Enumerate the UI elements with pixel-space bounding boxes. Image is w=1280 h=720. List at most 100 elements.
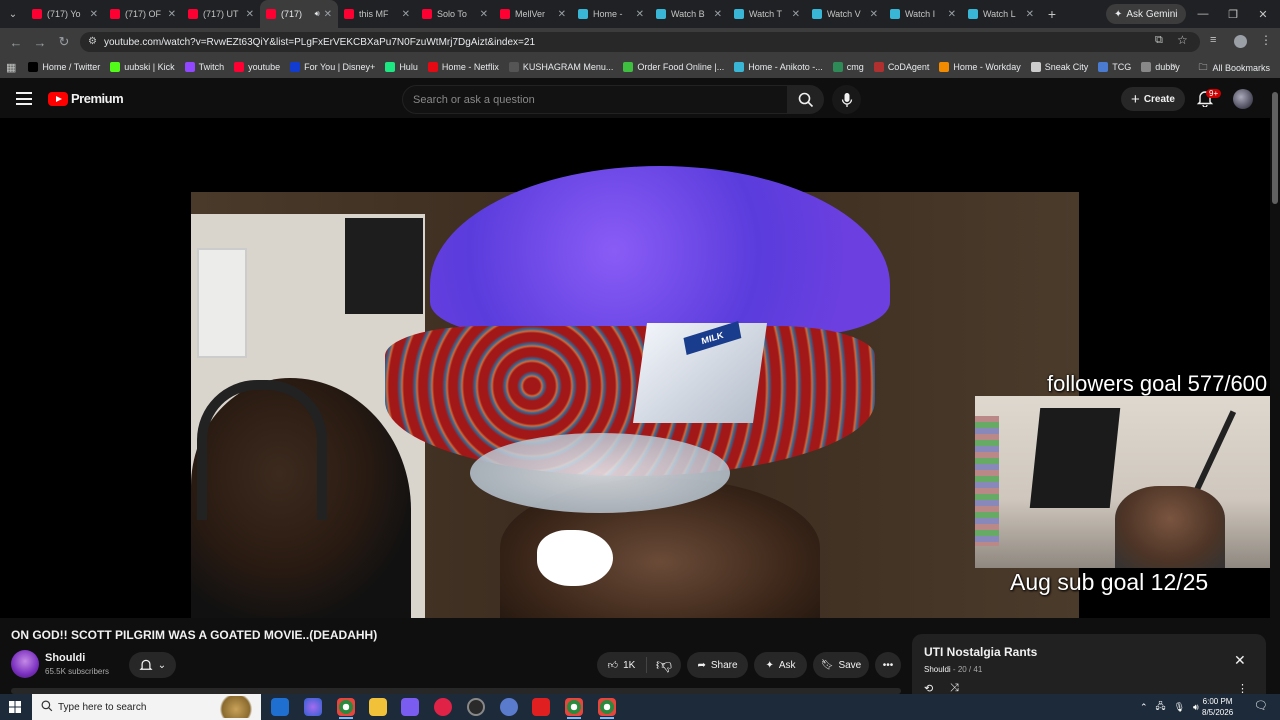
reload-button[interactable]: ↻ xyxy=(52,34,76,50)
playlist-title[interactable]: UTI Nostalgia Rants xyxy=(924,645,1037,659)
browser-tab[interactable]: Watch T ✕ xyxy=(728,0,806,28)
close-tab-icon[interactable]: ✕ xyxy=(324,9,332,20)
taskbar-clock[interactable]: 6:00 PM 8/5/2026 xyxy=(1202,696,1233,718)
browser-tab[interactable]: Watch V ✕ xyxy=(806,0,884,28)
browser-tab[interactable]: this MF ✕ xyxy=(338,0,416,28)
close-tab-icon[interactable]: ✕ xyxy=(246,9,254,20)
close-tab-icon[interactable]: ✕ xyxy=(168,9,176,20)
bookmark-item[interactable]: Hulu xyxy=(385,62,418,72)
copilot-icon[interactable] xyxy=(304,698,322,716)
close-tab-icon[interactable]: ✕ xyxy=(870,9,878,20)
bookmark-item[interactable]: cmg xyxy=(832,62,864,72)
ask-gemini-button[interactable]: ✦ Ask Gemini xyxy=(1106,4,1186,24)
hamburger-menu-icon[interactable] xyxy=(16,92,32,105)
file-explorer-icon[interactable] xyxy=(369,698,387,716)
bookmark-item[interactable]: TCG xyxy=(1098,62,1131,72)
bookmark-item[interactable]: Home - Workday xyxy=(939,62,1021,72)
close-tab-icon[interactable]: ✕ xyxy=(792,9,800,20)
video-player[interactable]: MILK followers goal 577/600 Aug sub goal… xyxy=(0,118,1270,618)
install-app-icon[interactable]: ⧉ xyxy=(1155,34,1163,47)
bookmark-item[interactable]: CoDAgent xyxy=(873,62,929,72)
bookmark-item[interactable]: youtube xyxy=(234,62,280,72)
account-avatar[interactable] xyxy=(1233,89,1253,109)
search-button[interactable] xyxy=(788,85,824,114)
share-button[interactable]: ➦ Share xyxy=(687,652,748,678)
subscribed-notifications-button[interactable]: ⌄ xyxy=(129,652,176,678)
channel-name[interactable]: Shouldi xyxy=(45,652,85,664)
dislike-button[interactable]: 👎︎ xyxy=(647,656,681,675)
site-info-icon[interactable]: ⚙ xyxy=(88,36,97,47)
browser-tab[interactable]: (717) Yo ✕ xyxy=(26,0,104,28)
volume-icon[interactable]: 🔊︎ xyxy=(1193,702,1199,713)
browser-tab[interactable]: Watch L ✕ xyxy=(962,0,1040,28)
close-tab-icon[interactable]: ✕ xyxy=(480,9,488,20)
like-button[interactable]: 👍︎ 1K xyxy=(597,657,647,673)
close-tab-icon[interactable]: ✕ xyxy=(636,9,644,20)
browser-menu-icon[interactable]: ⋮ xyxy=(1260,33,1272,47)
close-window-button[interactable]: ✕ xyxy=(1248,0,1278,28)
close-tab-icon[interactable]: ✕ xyxy=(948,9,956,20)
tab-search-chevron-icon[interactable]: ⌄ xyxy=(0,0,26,28)
browser-tab[interactable]: (717) OF ✕ xyxy=(104,0,182,28)
bookmark-item[interactable]: Home - Anikoto -... xyxy=(734,62,823,72)
close-playlist-icon[interactable]: ✕ xyxy=(1234,652,1246,669)
browser-tab[interactable]: MellVer ✕ xyxy=(494,0,572,28)
notification-center-icon[interactable]: 🗨︎ xyxy=(1254,699,1268,712)
address-bar[interactable]: ⚙ youtube.com/watch?v=RvwEZt63QiY&list=P… xyxy=(80,32,1200,52)
bookmark-item[interactable]: For You | Disney+ xyxy=(290,62,375,72)
bookmark-item[interactable]: Home / Twitter xyxy=(28,62,100,72)
tray-chevron-up-icon[interactable]: ⌃ xyxy=(1140,702,1148,713)
bookmark-item[interactable]: KUSHAGRAM Menu... xyxy=(508,62,613,72)
red-app-icon[interactable] xyxy=(532,698,550,716)
bookmark-star-icon[interactable]: ☆ xyxy=(1177,33,1188,47)
obs-icon[interactable] xyxy=(467,698,485,716)
chrome-icon[interactable] xyxy=(337,698,355,719)
close-tab-icon[interactable]: ✕ xyxy=(558,9,566,20)
browser-tab[interactable]: Solo To ✕ xyxy=(416,0,494,28)
minimize-button[interactable]: — xyxy=(1188,0,1218,28)
tab-audio-icon[interactable]: 🔊︎ xyxy=(315,9,320,19)
browser-tab[interactable]: Watch B ✕ xyxy=(650,0,728,28)
chrome-profile-2-icon[interactable] xyxy=(598,698,616,719)
search-input[interactable]: Search or ask a question xyxy=(402,85,788,114)
reading-list-icon[interactable]: ≡ xyxy=(1210,34,1216,46)
chrome-profile-icon[interactable] xyxy=(565,698,583,719)
bookmark-item[interactable]: Home - Netflix xyxy=(427,62,499,72)
bookmark-item[interactable]: Twitch xyxy=(184,62,224,72)
close-tab-icon[interactable]: ✕ xyxy=(402,9,410,20)
ask-button[interactable]: ✦ Ask xyxy=(754,652,807,678)
create-button[interactable]: + Create xyxy=(1121,87,1185,111)
new-tab-button[interactable]: + xyxy=(1040,6,1064,22)
profile-icon[interactable] xyxy=(1234,35,1247,48)
close-tab-icon[interactable]: ✕ xyxy=(90,9,98,20)
restore-button[interactable]: ❐ xyxy=(1218,0,1248,28)
playlist-owner[interactable]: Shouldi xyxy=(924,665,951,674)
save-button[interactable]: 🔖︎ Save xyxy=(813,652,869,678)
more-actions-button[interactable]: ••• xyxy=(875,652,901,678)
close-tab-icon[interactable]: ✕ xyxy=(714,9,722,20)
bookmark-item[interactable]: uubski | Kick xyxy=(110,62,175,72)
apps-grid-icon[interactable]: ▦ xyxy=(6,61,16,74)
bookmark-item[interactable]: Sneak City xyxy=(1030,62,1088,72)
mic-tray-icon[interactable]: 🎙︎ xyxy=(1174,702,1185,713)
voice-search-button[interactable] xyxy=(832,85,861,114)
game-app-icon[interactable] xyxy=(401,698,419,716)
widget-app-icon[interactable] xyxy=(271,698,289,716)
search-highlight-owl-icon[interactable] xyxy=(217,696,255,718)
browser-tab[interactable]: Home - ✕ xyxy=(572,0,650,28)
close-tab-icon[interactable]: ✕ xyxy=(1026,9,1034,20)
browser-tab[interactable]: (717) UT ✕ xyxy=(182,0,260,28)
back-button[interactable]: ← xyxy=(4,35,28,50)
youtube-premium-logo[interactable]: Premium xyxy=(48,91,124,106)
app-circle-icon[interactable] xyxy=(500,698,518,716)
start-button[interactable] xyxy=(0,701,30,713)
forward-button[interactable]: → xyxy=(28,35,52,50)
network-icon[interactable]: 🖧︎ xyxy=(1156,699,1166,715)
browser-tab[interactable]: (717) 🔊︎ ✕ xyxy=(260,0,338,28)
scrollbar-thumb[interactable] xyxy=(1272,92,1278,204)
browser-tab[interactable]: Watch I ✕ xyxy=(884,0,962,28)
media-player-icon[interactable] xyxy=(434,698,452,716)
all-bookmarks-button[interactable]: 🗀 All Bookmarks xyxy=(1198,60,1270,76)
bookmark-item[interactable]: Order Food Online |... xyxy=(623,62,724,72)
more-bookmarks-icon[interactable]: » xyxy=(1172,60,1177,70)
